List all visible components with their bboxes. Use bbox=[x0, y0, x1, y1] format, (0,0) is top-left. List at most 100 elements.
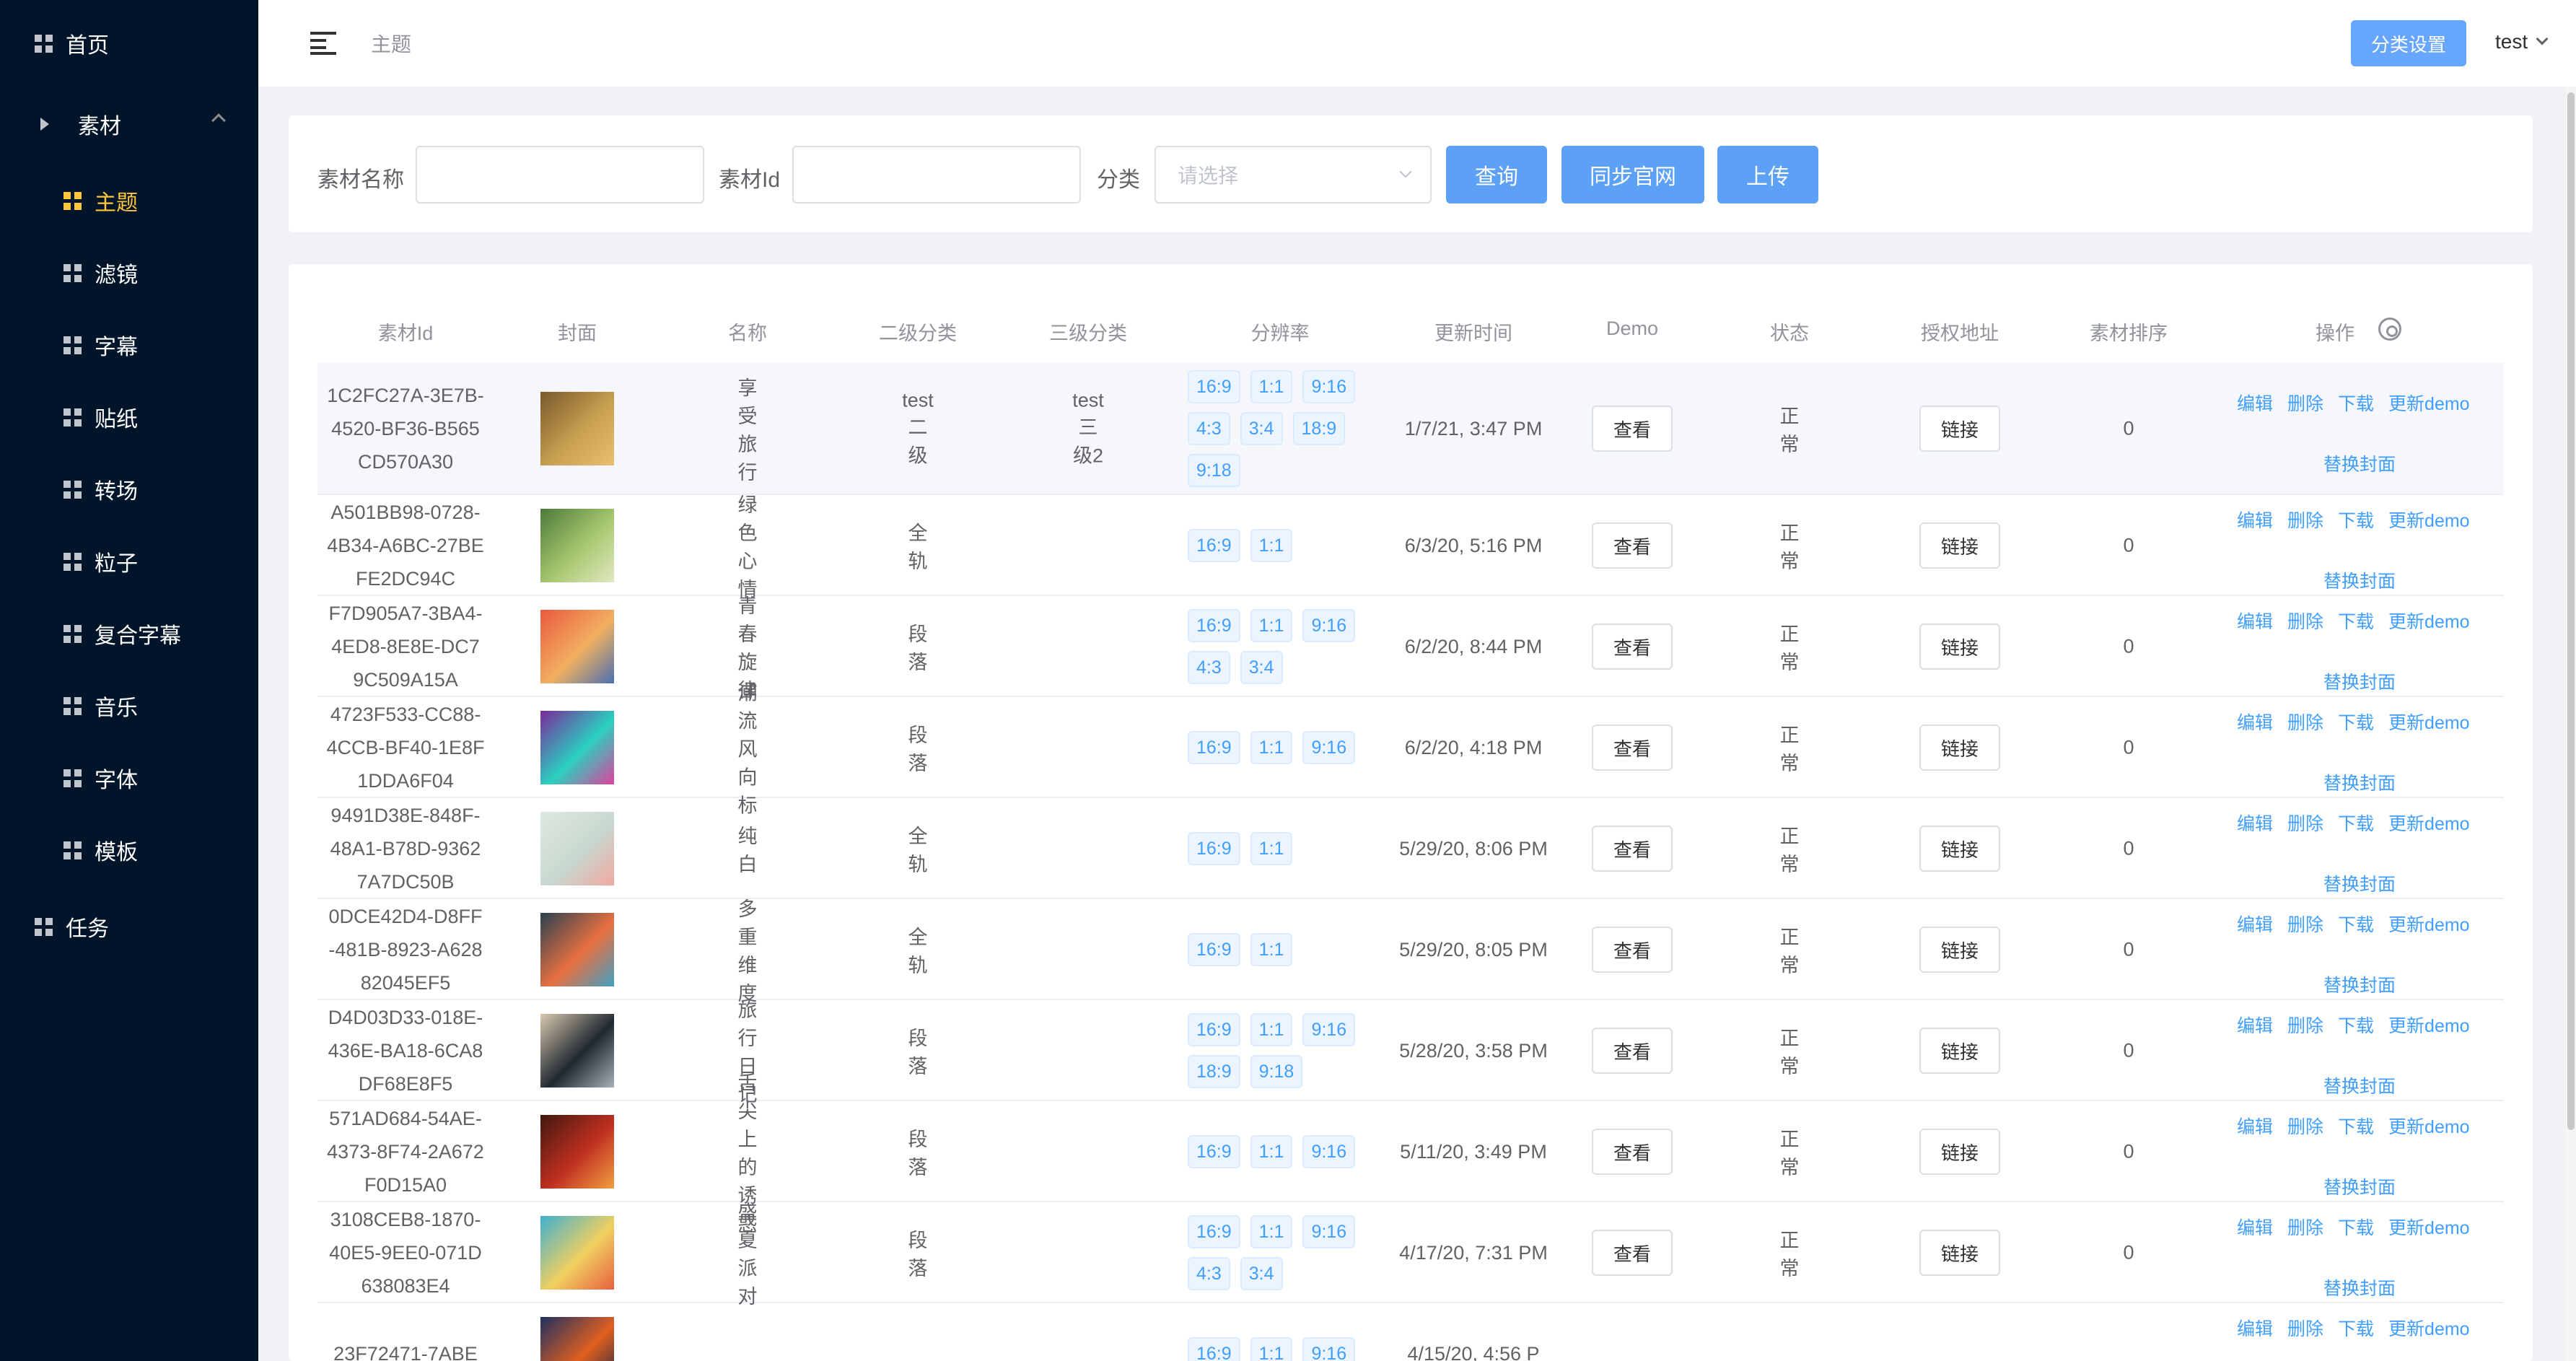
tertiary-category-cell: test三级2 bbox=[1072, 389, 1104, 467]
update-demo-link[interactable]: 更新demo bbox=[2388, 1113, 2470, 1139]
material-id-input[interactable] bbox=[792, 146, 1081, 204]
delete-link[interactable]: 删除 bbox=[2287, 1113, 2323, 1139]
download-link[interactable]: 下载 bbox=[2338, 810, 2374, 836]
name-cell: 盛夏派对 bbox=[737, 1202, 758, 1308]
edit-link[interactable]: 编辑 bbox=[2237, 709, 2273, 735]
download-link[interactable]: 下载 bbox=[2338, 1214, 2374, 1240]
secondary-category-cell: 段落 bbox=[908, 623, 928, 673]
update-demo-link[interactable]: 更新demo bbox=[2388, 507, 2470, 533]
category-settings-button[interactable]: 分类设置 bbox=[2351, 20, 2466, 66]
replace-cover-link[interactable]: 替换封面 bbox=[2323, 1072, 2511, 1098]
auth-link-button[interactable]: 链接 bbox=[1919, 1230, 2000, 1276]
delete-link[interactable]: 删除 bbox=[2287, 810, 2323, 836]
download-link[interactable]: 下载 bbox=[2338, 1012, 2374, 1038]
delete-link[interactable]: 删除 bbox=[2287, 507, 2323, 533]
download-link[interactable]: 下载 bbox=[2338, 1315, 2374, 1341]
material-id-cell: 4723F533-CC88-4CCB-BF40-1E8F1DDA6F04 bbox=[326, 704, 485, 792]
update-demo-link[interactable]: 更新demo bbox=[2388, 810, 2470, 836]
auth-link-button[interactable]: 链接 bbox=[1919, 826, 2000, 872]
update-demo-link[interactable]: 更新demo bbox=[2388, 390, 2470, 416]
user-menu[interactable]: test bbox=[2495, 30, 2549, 53]
edit-link[interactable]: 编辑 bbox=[2237, 1012, 2273, 1038]
update-demo-link[interactable]: 更新demo bbox=[2388, 1315, 2470, 1341]
update-demo-link[interactable]: 更新demo bbox=[2388, 911, 2470, 937]
delete-link[interactable]: 删除 bbox=[2287, 1012, 2323, 1038]
edit-link[interactable]: 编辑 bbox=[2237, 608, 2273, 634]
sidebar-item-template[interactable]: 模板 bbox=[63, 834, 138, 866]
auth-link-button[interactable]: 链接 bbox=[1919, 406, 2000, 452]
auth-link-button[interactable]: 链接 bbox=[1919, 725, 2000, 771]
sidebar-item-music[interactable]: 音乐 bbox=[63, 690, 138, 722]
query-button[interactable]: 查询 bbox=[1446, 146, 1547, 204]
sidebar-item-sticker[interactable]: 贴纸 bbox=[63, 401, 138, 433]
download-link[interactable]: 下载 bbox=[2338, 608, 2374, 634]
grid-icon bbox=[63, 480, 82, 499]
view-demo-button[interactable]: 查看 bbox=[1592, 623, 1673, 670]
menu-fold-icon[interactable] bbox=[310, 32, 336, 55]
sidebar-item-theme[interactable]: 主题 bbox=[63, 185, 138, 216]
download-link[interactable]: 下载 bbox=[2338, 507, 2374, 533]
upload-button[interactable]: 上传 bbox=[1717, 146, 1818, 204]
delete-link[interactable]: 删除 bbox=[2287, 608, 2323, 634]
sync-official-button[interactable]: 同步官网 bbox=[1561, 146, 1704, 204]
sidebar-item-subtitle[interactable]: 字幕 bbox=[63, 329, 138, 361]
view-demo-button[interactable]: 查看 bbox=[1592, 406, 1673, 452]
sidebar-item-font[interactable]: 字体 bbox=[63, 762, 138, 794]
resolution-tag: 9:16 bbox=[1302, 1013, 1356, 1046]
edit-link[interactable]: 编辑 bbox=[2237, 911, 2273, 937]
auth-link-button[interactable]: 链接 bbox=[1919, 1028, 2000, 1074]
sidebar-item-home[interactable]: 首页 bbox=[35, 27, 109, 59]
sidebar-item-material[interactable]: 素材 bbox=[35, 108, 121, 140]
replace-cover-link[interactable]: 替换封面 bbox=[2323, 870, 2511, 896]
material-name-input[interactable] bbox=[416, 146, 704, 204]
update-demo-link[interactable]: 更新demo bbox=[2388, 1214, 2470, 1240]
auth-link-button[interactable]: 链接 bbox=[1919, 623, 2000, 670]
sidebar-item-task[interactable]: 任务 bbox=[35, 911, 109, 942]
auth-link-button[interactable]: 链接 bbox=[1919, 927, 2000, 973]
edit-link[interactable]: 编辑 bbox=[2237, 1113, 2273, 1139]
replace-cover-link[interactable]: 替换封面 bbox=[2323, 668, 2511, 694]
column-settings-gear-icon[interactable] bbox=[2378, 318, 2401, 341]
download-link[interactable]: 下载 bbox=[2338, 709, 2374, 735]
delete-link[interactable]: 删除 bbox=[2287, 709, 2323, 735]
edit-link[interactable]: 编辑 bbox=[2237, 1214, 2273, 1240]
view-demo-button[interactable]: 查看 bbox=[1592, 826, 1673, 872]
sidebar-item-filter[interactable]: 滤镜 bbox=[63, 257, 138, 289]
resolution-tag: 9:16 bbox=[1302, 609, 1356, 642]
sidebar-item-compound-subtitle[interactable]: 复合字幕 bbox=[63, 618, 181, 649]
replace-cover-link[interactable]: 替换封面 bbox=[2323, 567, 2511, 593]
sidebar-item-particle[interactable]: 粒子 bbox=[63, 546, 138, 577]
delete-link[interactable]: 删除 bbox=[2287, 911, 2323, 937]
view-demo-button[interactable]: 查看 bbox=[1592, 1028, 1673, 1074]
auth-link-button[interactable]: 链接 bbox=[1919, 1129, 2000, 1175]
delete-link[interactable]: 删除 bbox=[2287, 1315, 2323, 1341]
material-id-cell: 9491D38E-848F-48A1-B78D-93627A7DC50B bbox=[330, 805, 481, 893]
replace-cover-link[interactable]: 替换封面 bbox=[2323, 450, 2511, 476]
view-demo-button[interactable]: 查看 bbox=[1592, 725, 1673, 771]
replace-cover-link[interactable]: 替换封面 bbox=[2323, 1173, 2511, 1199]
download-link[interactable]: 下载 bbox=[2338, 390, 2374, 416]
view-demo-button[interactable]: 查看 bbox=[1592, 927, 1673, 973]
download-link[interactable]: 下载 bbox=[2338, 911, 2374, 937]
replace-cover-link[interactable]: 替换封面 bbox=[2323, 769, 2511, 795]
scrollbar-thumb[interactable] bbox=[2567, 92, 2575, 1130]
edit-link[interactable]: 编辑 bbox=[2237, 1315, 2273, 1341]
update-demo-link[interactable]: 更新demo bbox=[2388, 709, 2470, 735]
view-demo-button[interactable]: 查看 bbox=[1592, 1230, 1673, 1276]
delete-link[interactable]: 删除 bbox=[2287, 1214, 2323, 1240]
download-link[interactable]: 下载 bbox=[2338, 1113, 2374, 1139]
edit-link[interactable]: 编辑 bbox=[2237, 507, 2273, 533]
replace-cover-link[interactable]: 替换封面 bbox=[2323, 1274, 2511, 1300]
view-demo-button[interactable]: 查看 bbox=[1592, 522, 1673, 569]
edit-link[interactable]: 编辑 bbox=[2237, 810, 2273, 836]
category-select[interactable]: 请选择 bbox=[1155, 146, 1432, 204]
delete-link[interactable]: 删除 bbox=[2287, 390, 2323, 416]
replace-cover-link[interactable]: 替换封面 bbox=[2323, 971, 2511, 997]
sidebar-item-transition[interactable]: 转场 bbox=[63, 473, 138, 505]
update-demo-link[interactable]: 更新demo bbox=[2388, 608, 2470, 634]
edit-link[interactable]: 编辑 bbox=[2237, 390, 2273, 416]
update-demo-link[interactable]: 更新demo bbox=[2388, 1012, 2470, 1038]
resolution-tag: 1:1 bbox=[1250, 832, 1293, 865]
auth-link-button[interactable]: 链接 bbox=[1919, 522, 2000, 569]
view-demo-button[interactable]: 查看 bbox=[1592, 1129, 1673, 1175]
